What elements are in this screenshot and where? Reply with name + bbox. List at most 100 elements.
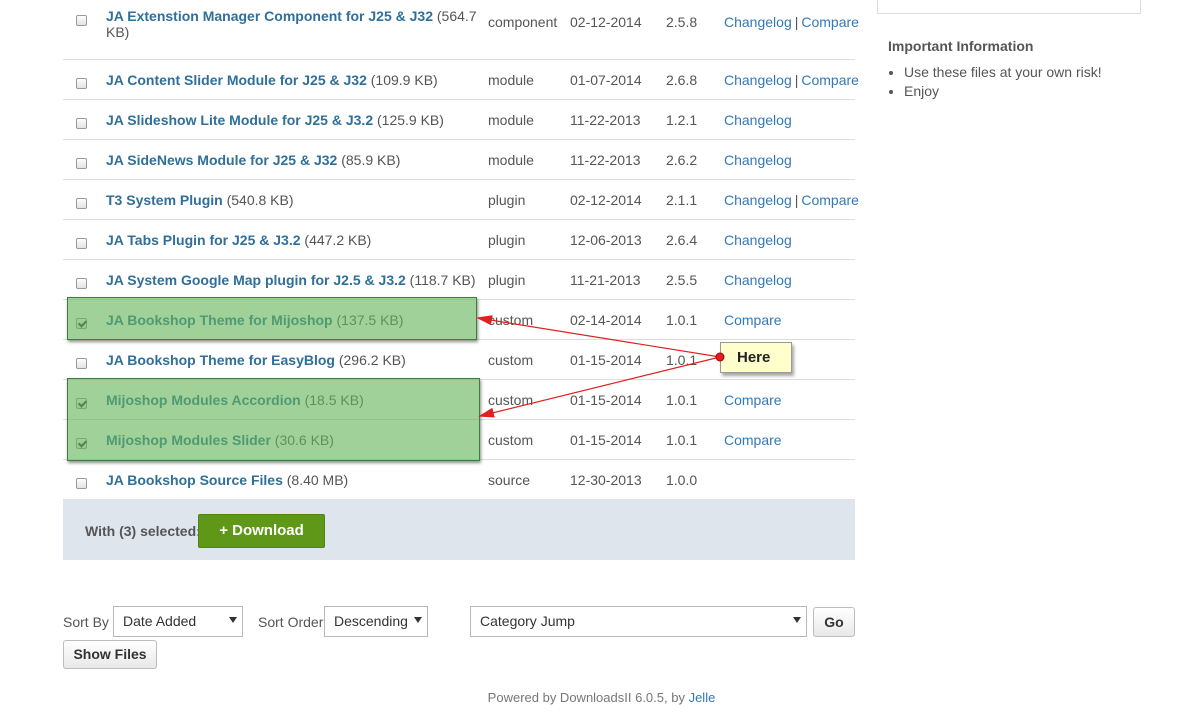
file-checkbox[interactable] [76, 14, 87, 26]
file-checkbox[interactable] [76, 238, 87, 250]
file-size: (85.9 KB) [341, 151, 401, 168]
file-date: 02-12-2014 [570, 191, 642, 208]
compare-link[interactable]: Compare [724, 392, 782, 408]
file-type: custom [488, 431, 534, 448]
file-version: 1.0.1 [666, 351, 698, 368]
file-row: JA System Google Map plugin for J2.5 & J… [63, 258, 855, 299]
here-callout: Here [720, 342, 792, 373]
file-checkbox[interactable] [76, 278, 87, 290]
file-type: plugin [488, 191, 526, 208]
file-checkbox[interactable] [76, 118, 87, 130]
compare-link[interactable]: Compare [724, 312, 782, 328]
file-size: (540.8 KB) [226, 191, 294, 208]
file-name-link[interactable]: JA Bookshop Theme for EasyBlog [106, 352, 335, 368]
changelog-link[interactable]: Changelog [724, 192, 792, 208]
file-row: JA Bookshop Source Files (8.40 MB) sourc… [63, 458, 855, 499]
file-row: JA Slideshow Lite Module for J25 & J3.2 … [63, 98, 855, 139]
file-type: plugin [488, 271, 526, 288]
sort-order-label: Sort Order [258, 614, 324, 630]
file-date: 01-07-2014 [570, 71, 642, 88]
file-row: JA SideNews Module for J25 & J32 (85.9 K… [63, 138, 855, 179]
file-list-section: JA Extenstion Manager Component for J25 … [63, 0, 859, 560]
file-name-link[interactable]: JA Tabs Plugin for J25 & J3.2 [106, 232, 301, 248]
compare-link[interactable]: Compare [724, 432, 782, 448]
sort-by-value: Date Added [123, 613, 197, 629]
file-name-link[interactable]: JA Extenstion Manager Component for J25 … [106, 8, 433, 24]
file-name-link[interactable]: JA Slideshow Lite Module for J25 & J3.2 [106, 112, 373, 128]
file-date: 01-15-2014 [570, 431, 642, 448]
sidebar-list: Use these files at your own risk! Enjoy [888, 63, 1178, 101]
file-version: 2.6.4 [666, 231, 698, 248]
selection-highlight [67, 378, 480, 461]
file-version: 2.6.2 [666, 151, 698, 168]
show-files-button[interactable]: Show Files [63, 640, 157, 669]
file-checkbox[interactable] [76, 158, 87, 170]
link-separator: | [794, 71, 799, 88]
footer: Powered by DownloadsII 6.0.5, by Jelle [0, 690, 1203, 705]
file-checkbox[interactable] [76, 198, 87, 210]
file-type: custom [488, 391, 534, 408]
file-name-link[interactable]: JA Content Slider Module for J25 & J32 [106, 72, 367, 88]
file-name-link[interactable]: T3 System Plugin [106, 192, 223, 208]
file-date: 12-30-2013 [570, 471, 642, 488]
file-version: 2.1.1 [666, 191, 698, 208]
file-type: module [488, 151, 534, 168]
footer-author-link[interactable]: Jelle [689, 690, 716, 705]
selection-highlight [67, 297, 477, 340]
file-checkbox[interactable] [76, 478, 87, 490]
file-checkbox[interactable] [76, 78, 87, 90]
file-date: 01-15-2014 [570, 391, 642, 408]
file-name-link[interactable]: JA SideNews Module for J25 & J32 [106, 152, 337, 168]
file-date: 12-06-2013 [570, 231, 642, 248]
file-version: 1.0.1 [666, 431, 698, 448]
download-bar: With (3) selected: + Download [63, 499, 855, 560]
file-version: 1.0.0 [666, 471, 698, 488]
file-size: (447.2 KB) [304, 231, 372, 248]
file-type: component [488, 14, 558, 30]
changelog-link[interactable]: Changelog [724, 14, 792, 30]
file-checkbox[interactable] [76, 358, 87, 370]
sidebar-panel-box [877, 0, 1141, 14]
file-row: JA Content Slider Module for J25 & J32 (… [63, 58, 859, 99]
go-button[interactable]: Go [813, 607, 855, 637]
file-name-link[interactable]: JA Bookshop Source Files [106, 472, 283, 488]
file-name-link[interactable]: JA System Google Map plugin for J2.5 & J… [106, 272, 406, 288]
compare-link[interactable]: Compare [801, 14, 859, 30]
sidebar-title: Important Information [888, 38, 1034, 54]
file-version: 1.0.1 [666, 391, 698, 408]
sidebar-list-item: Enjoy [904, 82, 1178, 101]
chevron-down-icon [793, 617, 801, 623]
sort-toolbar: Sort By Date Added Sort Order Descending… [63, 606, 855, 638]
changelog-link[interactable]: Changelog [724, 72, 792, 88]
changelog-link[interactable]: Changelog [724, 152, 792, 168]
compare-link[interactable]: Compare [801, 72, 859, 88]
file-date: 11-22-2013 [570, 111, 641, 128]
download-button[interactable]: + Download [198, 514, 325, 548]
file-date: 11-21-2013 [570, 271, 641, 288]
link-separator: | [794, 191, 799, 208]
file-version: 1.2.1 [666, 111, 698, 128]
category-jump-select[interactable]: Category Jump [470, 606, 807, 637]
changelog-link[interactable]: Changelog [724, 112, 792, 128]
sort-order-select[interactable]: Descending [324, 606, 428, 637]
changelog-link[interactable]: Changelog [724, 232, 792, 248]
file-version: 2.5.8 [666, 14, 698, 30]
chevron-down-icon [414, 617, 422, 623]
file-size: (296.2 KB) [338, 351, 406, 368]
file-type: module [488, 71, 534, 88]
selected-count-label: With (3) selected: [85, 523, 201, 539]
link-separator: | [794, 14, 799, 30]
compare-link[interactable]: Compare [801, 192, 859, 208]
file-row: T3 System Plugin (540.8 KB) plugin 02-12… [63, 178, 859, 219]
sort-order-value: Descending [334, 613, 408, 629]
file-type: module [488, 111, 534, 128]
file-date: 02-12-2014 [570, 14, 642, 30]
chevron-down-icon [229, 617, 237, 623]
file-size: (125.9 KB) [377, 111, 444, 128]
changelog-link[interactable]: Changelog [724, 272, 792, 288]
category-jump-value: Category Jump [480, 613, 575, 629]
file-type: source [488, 471, 531, 488]
file-version: 1.0.1 [666, 311, 698, 328]
file-size: (109.9 KB) [370, 71, 438, 88]
sort-by-select[interactable]: Date Added [113, 606, 243, 637]
